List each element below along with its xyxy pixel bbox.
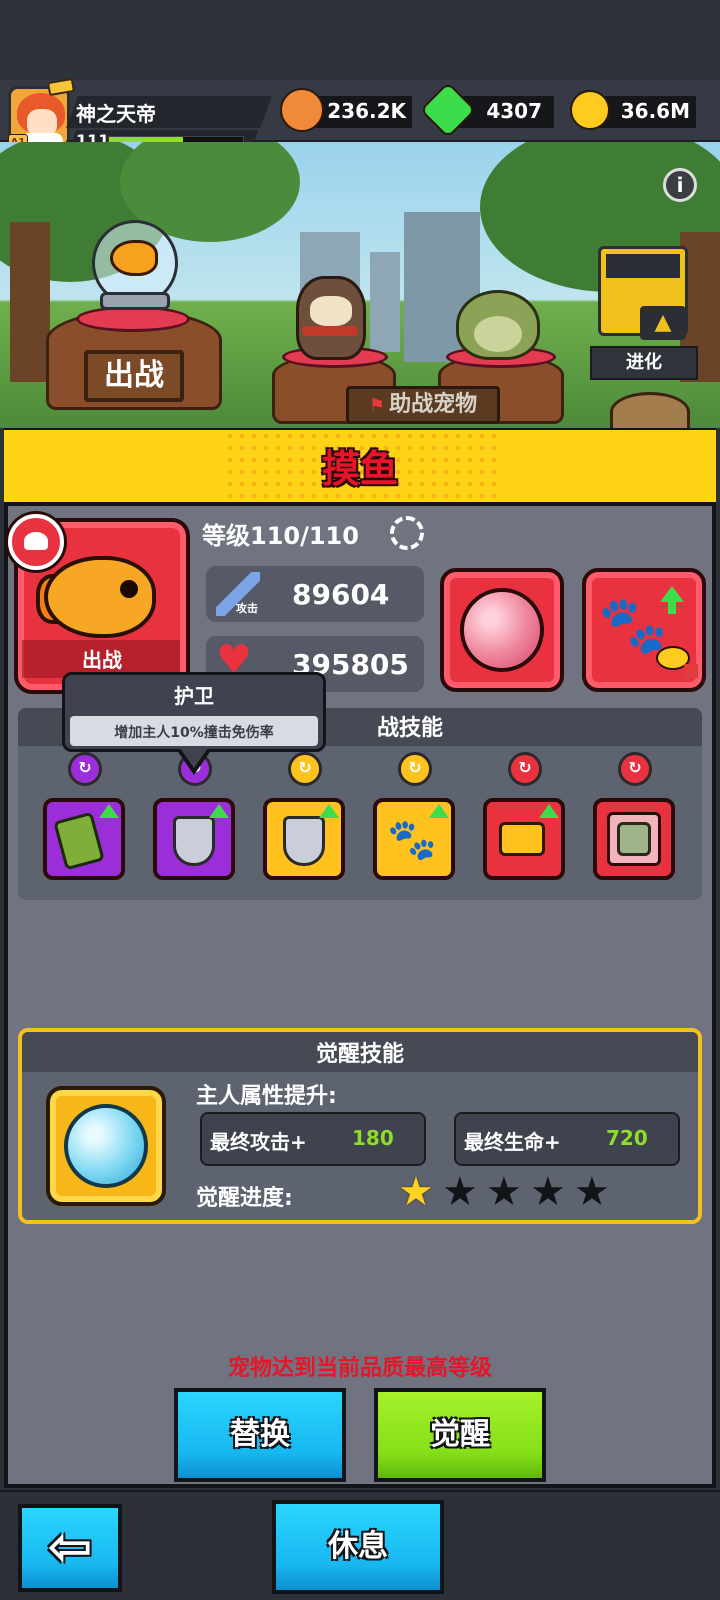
- upgrade-arrow-icon: [429, 804, 449, 818]
- machine-arrow-icon: ▲: [640, 306, 686, 340]
- trunk-left: [10, 222, 50, 382]
- final-hp-label: 最终生命+: [464, 1130, 561, 1154]
- upgrade-arrow-icon: [660, 586, 684, 602]
- pet-name: 摸鱼: [321, 447, 398, 491]
- building-3: [370, 252, 400, 352]
- machine-top: [606, 254, 680, 278]
- flag-icon: ⚑: [368, 395, 386, 416]
- tooltip-tail-inner: [180, 748, 208, 768]
- awaken-title: 觉醒技能: [315, 1042, 404, 1067]
- assist-pets-text: 助战宠物: [389, 392, 478, 417]
- attack-value: 89604: [292, 578, 390, 611]
- assist-pets-label[interactable]: ⚑ 助战宠物: [346, 386, 500, 424]
- blue-orb-icon: [64, 1104, 148, 1188]
- skill-shield-button[interactable]: [153, 798, 235, 880]
- turtle-shell-icon: [8, 514, 64, 570]
- lock-shield-icon: [283, 816, 325, 866]
- owner-attr-title: 主人属性提升:: [196, 1084, 337, 1109]
- skill-cards-button[interactable]: [43, 798, 125, 880]
- chest-icon: [499, 822, 545, 856]
- rest-button[interactable]: 休息: [272, 1500, 444, 1594]
- skills-title: 战技能: [376, 716, 443, 741]
- skill-refresh-icon-5[interactable]: ↻: [508, 752, 542, 786]
- final-attack-value: 180: [352, 1126, 394, 1150]
- star-icon: ★: [530, 1169, 566, 1215]
- skill-paw-button[interactable]: 🐾: [373, 798, 455, 880]
- back-button[interactable]: ⇦: [18, 1504, 122, 1592]
- skill-refresh-icon-3[interactable]: ↻: [288, 752, 322, 786]
- skill-zombie-button[interactable]: [593, 798, 675, 880]
- deploy-sign: 出战: [84, 350, 184, 402]
- back-arrow-icon: ⇦: [47, 1515, 93, 1578]
- tooltip-title: 护卫: [174, 684, 214, 708]
- info-icon[interactable]: i: [663, 168, 697, 202]
- pet-status-label: 出战: [82, 648, 122, 672]
- attack-sub-label: 攻击: [236, 602, 258, 615]
- refresh-icon[interactable]: [390, 516, 424, 550]
- paw-icon: 🐾: [387, 817, 437, 863]
- zombie-face-icon: [617, 822, 651, 856]
- frog-belly: [474, 316, 522, 352]
- skill-refresh-icon-4[interactable]: ↻: [398, 752, 432, 786]
- dog-coin-icon: [280, 88, 324, 132]
- replace-button[interactable]: 替换: [174, 1388, 346, 1482]
- shield-icon: [173, 816, 215, 866]
- player-name: 神之天帝: [76, 102, 156, 126]
- skill-refresh-icon-1[interactable]: ↻: [68, 752, 102, 786]
- cards-icon: [53, 811, 105, 871]
- red-flag-icon: [684, 664, 698, 678]
- skill-refresh-icon-6[interactable]: ↻: [618, 752, 652, 786]
- star-icon: ★: [398, 1169, 434, 1215]
- skill-chest-button[interactable]: [483, 798, 565, 880]
- rock: [610, 392, 690, 432]
- dog-scarf: [302, 326, 358, 336]
- star-icon: ★: [574, 1169, 610, 1215]
- final-hp-value: 720: [606, 1126, 648, 1150]
- awaken-progress-label: 觉醒进度:: [196, 1186, 293, 1211]
- pet-level: 等级110/110: [202, 522, 359, 550]
- upgrade-arrow-icon: [539, 804, 559, 818]
- gold-coin-icon: [570, 90, 610, 130]
- fishbowl-base: [100, 292, 170, 310]
- goldfish-eye: [120, 580, 138, 598]
- goldfish-icon: [44, 556, 156, 638]
- dog-face: [310, 296, 352, 326]
- paw-icon: 🐾: [598, 593, 668, 658]
- final-attack-label: 最终攻击+: [210, 1130, 307, 1154]
- pink-bubble-icon: [460, 588, 544, 672]
- gold-value: 36.6M: [620, 99, 690, 123]
- tooltip-description: 增加主人10%撞击免伤率: [114, 725, 274, 741]
- dog-coin-value: 236.2K: [327, 99, 406, 123]
- upgrade-arrow-icon: [99, 804, 119, 818]
- upgrade-arrow-icon: [209, 804, 229, 818]
- evolve-button[interactable]: 进化: [590, 346, 698, 380]
- status-bar: [0, 0, 720, 80]
- max-level-message: 宠物达到当前品质最高等级: [227, 1356, 492, 1381]
- upgrade-arrow-stem: [668, 602, 676, 614]
- goldfish-small-icon: [110, 240, 158, 276]
- awaken-button[interactable]: 觉醒: [374, 1388, 546, 1482]
- skill-lock-shield-button[interactable]: [263, 798, 345, 880]
- star-icon: ★: [486, 1169, 522, 1215]
- upgrade-arrow-icon: [319, 804, 339, 818]
- gem-value: 4307: [486, 99, 542, 123]
- star-icon: ★: [442, 1169, 478, 1215]
